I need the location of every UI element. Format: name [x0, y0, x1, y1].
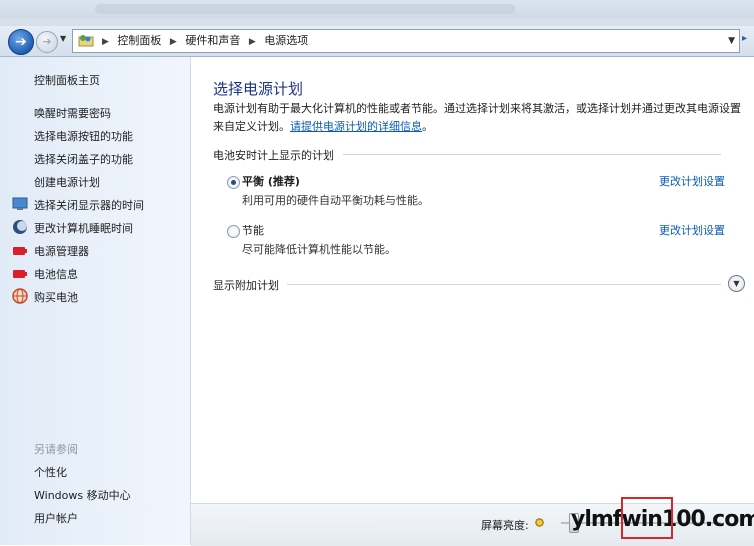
intro-text: 电源计划有助于最大化计算机的性能或者节能。通过选择计划来将其激活，或选择计划并通…	[213, 100, 749, 136]
breadcrumb-separator-icon[interactable]: ▶	[249, 37, 256, 47]
navigation-bar: ➔ ➔ ▼ ▶ 控制面板 ▶ 硬件和声音 ▶ 电源选项 ▼ ▸	[0, 26, 754, 57]
back-button[interactable]: ➔	[8, 29, 34, 55]
history-dropdown-icon[interactable]: ▼	[60, 34, 66, 43]
main-content: 选择电源计划 电源计划有助于最大化计算机的性能或者节能。通过选择计划来将其激活，…	[191, 57, 754, 545]
see-also-user-accounts[interactable]: 用户帐户	[34, 510, 78, 526]
blurred-title	[95, 4, 515, 14]
sidebar-item-battery-info[interactable]: 电池信息	[34, 266, 78, 282]
refresh-icon[interactable]: ▸	[742, 33, 747, 44]
see-also-heading: 另请参阅	[34, 443, 78, 456]
page-title: 选择电源计划	[213, 80, 304, 98]
sidebar-item-create-plan[interactable]: 创建电源计划	[34, 174, 100, 190]
plan-power-saver-name[interactable]: 节能	[242, 222, 264, 238]
forward-button[interactable]: ➔	[36, 31, 58, 53]
title-divider	[0, 18, 754, 26]
plan-balanced-desc: 利用可用的硬件自动平衡功耗与性能。	[242, 194, 429, 207]
moon-icon	[13, 220, 27, 234]
breadcrumb-item-control-panel[interactable]: 控制面板	[117, 34, 161, 47]
see-also-personalization[interactable]: 个性化	[34, 464, 67, 480]
show-additional-plans[interactable]: 显示附加计划	[213, 277, 279, 293]
sidebar-item-lid-close[interactable]: 选择关闭盖子的功能	[34, 151, 133, 167]
monitor-icon	[12, 197, 28, 210]
see-also-mobility-center[interactable]: Windows 移动中心	[34, 487, 131, 503]
breadcrumb-item-hardware-sound[interactable]: 硬件和声音	[185, 34, 240, 47]
plan-balanced-radio[interactable]	[227, 176, 240, 189]
address-bar[interactable]: ▶ 控制面板 ▶ 硬件和声音 ▶ 电源选项 ▼	[72, 29, 740, 53]
watermark-highlight-box	[621, 497, 673, 539]
sidebar-item-sleep-time[interactable]: 更改计算机睡眠时间	[34, 220, 133, 236]
plan-group-title: 电池安时计上显示的计划	[213, 149, 334, 162]
breadcrumb: ▶ 控制面板 ▶ 硬件和声音 ▶ 电源选项	[97, 30, 308, 52]
window-title-strip	[0, 0, 754, 26]
sidebar-item-power-manager[interactable]: 电源管理器	[34, 243, 89, 259]
sidebar-item-buy-battery[interactable]: 购买电池	[34, 289, 78, 305]
additional-plans-divider	[287, 284, 721, 285]
task-pane: 控制面板主页 唤醒时需要密码 选择电源按钮的功能 选择关闭盖子的功能 创建电源计…	[0, 57, 191, 545]
battery-red-icon	[13, 270, 27, 278]
plan-power-saver-change-settings-link[interactable]: 更改计划设置	[659, 222, 725, 238]
brightness-label: 屏幕亮度:	[481, 519, 529, 532]
breadcrumb-separator-icon: ▶	[102, 37, 109, 47]
breadcrumb-item-power-options[interactable]: 电源选项	[264, 34, 308, 47]
plan-balanced-name[interactable]: 平衡 (推荐)	[242, 173, 300, 189]
plan-power-saver-radio[interactable]	[227, 225, 240, 238]
chevron-down-icon[interactable]: ▼	[728, 275, 745, 292]
breadcrumb-separator-icon[interactable]: ▶	[170, 37, 177, 47]
plan-power-saver-desc: 尽可能降低计算机性能以节能。	[242, 243, 396, 256]
globe-icon	[12, 288, 28, 304]
battery-red-icon	[13, 247, 27, 255]
intro-end: 。	[422, 120, 433, 133]
sidebar-item-wake-password[interactable]: 唤醒时需要密码	[34, 105, 111, 121]
sidebar-item-control-panel-home[interactable]: 控制面板主页	[34, 72, 100, 88]
control-panel-icon	[78, 35, 94, 47]
sidebar-item-power-button[interactable]: 选择电源按钮的功能	[34, 128, 133, 144]
address-dropdown-icon[interactable]: ▼	[728, 36, 735, 46]
group-divider	[343, 154, 721, 155]
sun-icon	[534, 517, 545, 528]
sidebar-item-display-off[interactable]: 选择关闭显示器的时间	[34, 197, 144, 213]
plan-details-link[interactable]: 请提供电源计划的详细信息	[290, 120, 422, 133]
plan-balanced-change-settings-link[interactable]: 更改计划设置	[659, 173, 725, 189]
